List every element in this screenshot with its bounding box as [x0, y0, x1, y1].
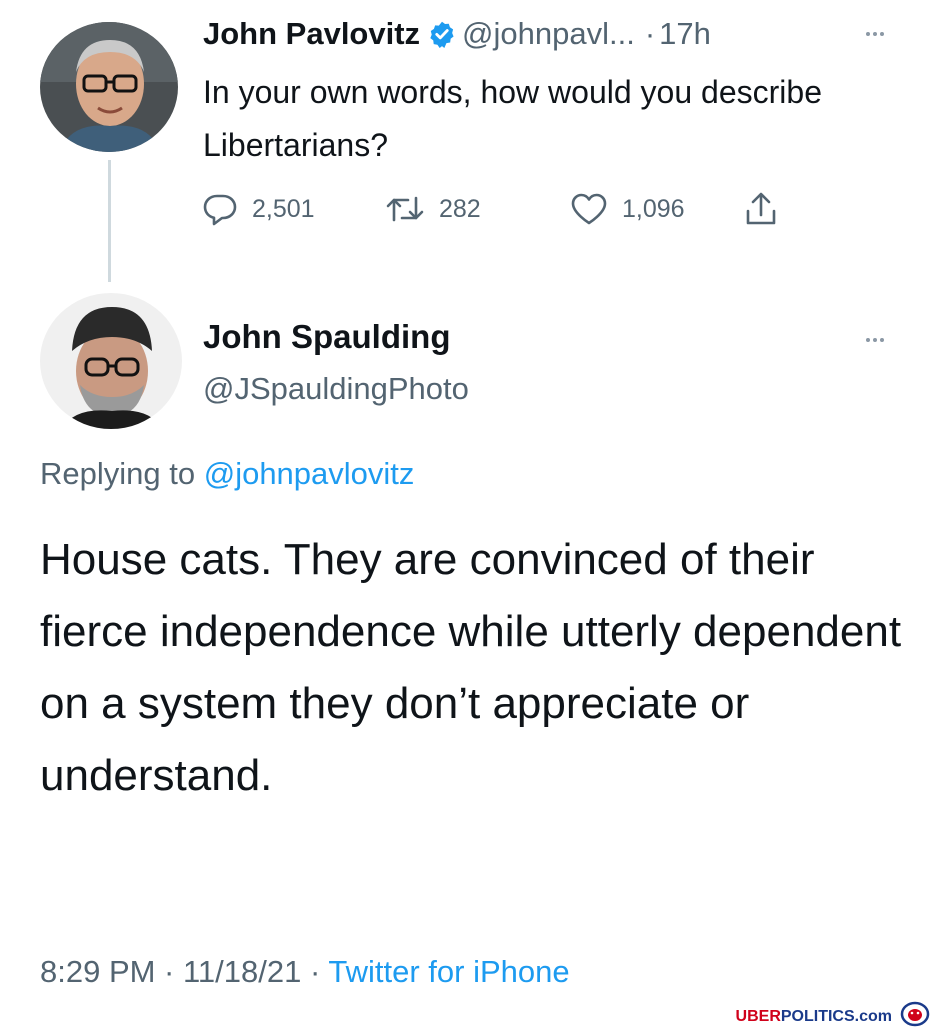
tweet-1-text: In your own words, how would you describ… — [203, 74, 822, 163]
reply-count: 2,501 — [252, 194, 315, 223]
tweet-1-header: John Pavlovitz @johnpavl... · 17h — [203, 14, 711, 54]
retweet-count: 282 — [439, 194, 481, 223]
watermark-part-1: UBER — [735, 1007, 781, 1025]
reply-bubble-icon — [202, 192, 252, 226]
like-button[interactable]: 1,096 — [570, 190, 685, 228]
tweet-1-author-name[interactable]: John Pavlovitz — [203, 16, 420, 52]
heart-icon — [570, 192, 622, 226]
watermark-logo-icon — [900, 1001, 930, 1032]
tweet-1-action-bar: 2,501 282 1,096 — [0, 190, 940, 228]
tweet-2-source[interactable]: Twitter for iPhone — [328, 954, 569, 989]
tweet-1-handle[interactable]: @johnpavl... — [462, 16, 635, 52]
watermark-part-2: POLITICS.com — [780, 1007, 892, 1025]
tweet-2-handle[interactable]: @JSpauldingPhoto — [203, 371, 469, 407]
avatar-john-spaulding[interactable] — [40, 293, 182, 429]
share-icon — [744, 191, 792, 227]
avatar-john-pavlovitz[interactable] — [40, 22, 178, 152]
more-options-icon[interactable] — [866, 32, 884, 36]
like-count: 1,096 — [622, 194, 685, 223]
tweet-2-footer: 8:29 PM · 11/18/21 · Twitter for iPhone — [40, 954, 570, 990]
verified-badge-icon — [428, 20, 456, 48]
watermark-text: UBERPOLITICS.com — [736, 1008, 892, 1026]
replying-to-mention[interactable]: @johnpavlovitz — [204, 456, 415, 491]
share-button[interactable] — [744, 190, 792, 228]
tweet-2-author-name[interactable]: John Spaulding — [203, 318, 450, 356]
tweet-1-time[interactable]: 17h — [659, 16, 711, 52]
replying-to-line: Replying to @johnpavlovitz — [40, 456, 414, 492]
replying-to-prefix: Replying to — [40, 456, 196, 491]
tweet-1-separator: · — [644, 16, 656, 51]
retweet-button[interactable]: 282 — [385, 190, 481, 228]
retweet-icon — [385, 192, 439, 226]
watermark: UBERPOLITICS.com — [736, 1001, 930, 1032]
reply-button[interactable]: 2,501 — [202, 190, 315, 228]
tweet-2-text: House cats. They are convinced of their … — [40, 535, 902, 800]
tweet-2-timestamp[interactable]: 8:29 PM · 11/18/21 · — [40, 954, 320, 989]
more-options-icon[interactable] — [866, 338, 884, 342]
